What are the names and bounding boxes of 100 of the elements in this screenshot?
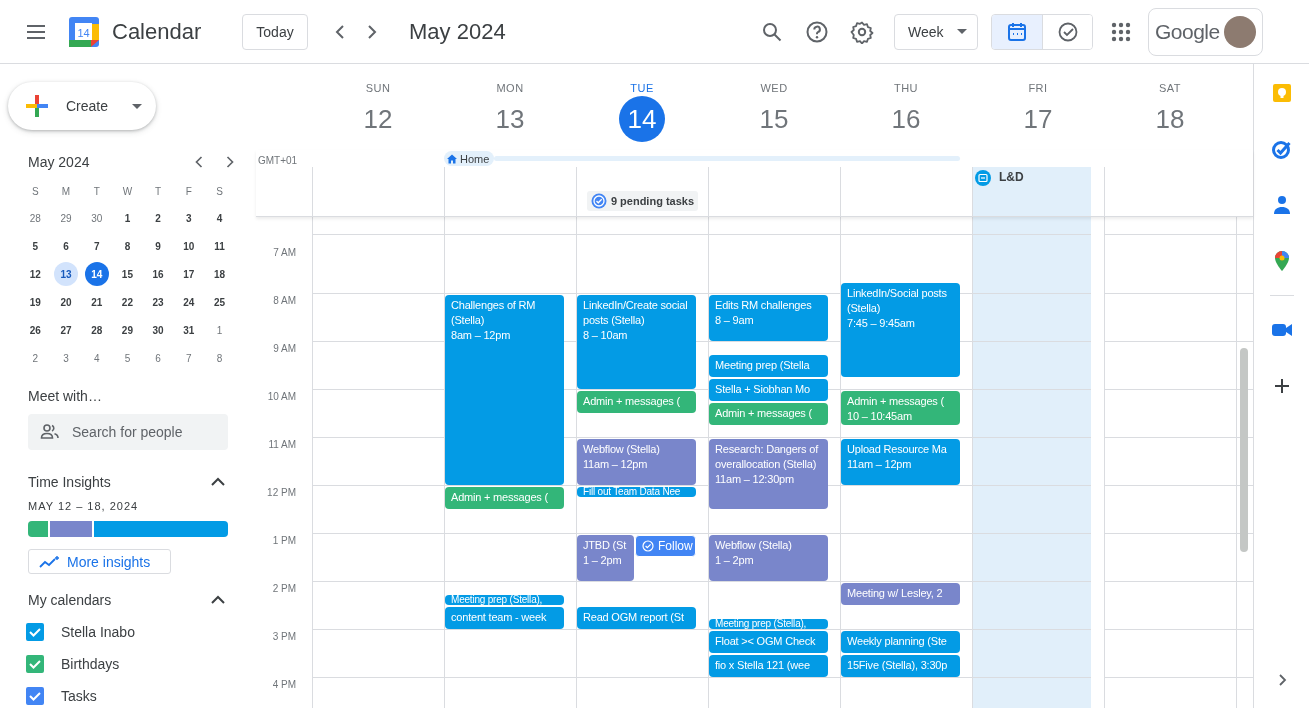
calendar-event[interactable]: Research: Dangers of overallocation (Stella) 11am – 12:30pm xyxy=(709,439,828,509)
mini-calendar-day[interactable]: 7 xyxy=(84,234,109,258)
day-number[interactable]: 18 xyxy=(1147,96,1193,142)
calendar-badge-icon xyxy=(975,170,991,186)
weekday-label: F xyxy=(184,185,193,199)
create-button[interactable]: Create xyxy=(8,82,156,130)
calendar-event[interactable]: Admin + messages ( xyxy=(577,391,696,413)
mini-calendar-day[interactable]: 17 xyxy=(176,262,201,286)
calendar-event[interactable]: Fill out Team Data Nee xyxy=(577,487,696,497)
mini-calendar-day[interactable]: 8 xyxy=(207,346,232,370)
calendar-event[interactable]: Admin + messages ( xyxy=(445,487,564,509)
checkbox[interactable] xyxy=(26,687,44,705)
calendar-event[interactable]: Upload Resource Ma 11am – 12pm xyxy=(841,439,960,485)
settings-icon[interactable] xyxy=(850,19,874,44)
mini-calendar-day[interactable]: 11 xyxy=(207,234,232,258)
mini-calendar-day[interactable]: 10 xyxy=(176,234,201,258)
mini-calendar-day[interactable]: 28 xyxy=(23,206,48,230)
mini-calendar-day[interactable]: 14 xyxy=(84,262,109,286)
mini-calendar-day[interactable]: 20 xyxy=(54,290,79,314)
mini-calendar-day[interactable]: 3 xyxy=(176,206,201,230)
calendar-view-toggle[interactable] xyxy=(992,14,1042,49)
account-button[interactable]: Google xyxy=(1148,7,1263,56)
mini-calendar-day[interactable]: 4 xyxy=(207,206,232,230)
mini-calendar-day[interactable]: 28 xyxy=(84,318,109,342)
task-chip[interactable]: Follow xyxy=(635,535,696,557)
mini-calendar-day[interactable]: 3 xyxy=(54,346,79,370)
mini-calendar-day[interactable]: 18 xyxy=(207,262,232,286)
avatar[interactable] xyxy=(1223,15,1256,48)
help-icon[interactable] xyxy=(805,19,829,44)
day-number[interactable]: 12 xyxy=(355,96,401,142)
mini-calendar-day[interactable]: 1 xyxy=(207,318,232,342)
section-title: My calendars xyxy=(28,592,112,608)
calendar-event[interactable]: Challenges of RM (Stella) 8am – 12pm xyxy=(445,295,564,485)
people-search-field[interactable]: Search for people xyxy=(28,414,228,450)
mini-calendar-day[interactable]: 30 xyxy=(84,206,109,230)
calendar-event[interactable]: Read OGM report (St xyxy=(577,607,696,629)
calendar-event[interactable]: Webflow (Stella) 11am – 12pm xyxy=(577,439,696,485)
day-number[interactable]: 15 xyxy=(751,96,797,142)
mini-calendar-day[interactable]: 8 xyxy=(115,234,140,258)
calendar-event[interactable]: Admin + messages ( 10 – 10:45am xyxy=(841,391,960,425)
mini-calendar-day[interactable]: 1 xyxy=(115,206,140,230)
mini-calendar-day[interactable]: 23 xyxy=(146,290,171,314)
day-number[interactable]: 14 xyxy=(619,96,665,142)
scrollbar-thumb[interactable] xyxy=(1240,348,1248,552)
calendar-event[interactable]: Meeting prep (Stella xyxy=(709,355,828,377)
mini-calendar-day[interactable]: 4 xyxy=(84,346,109,370)
day-number[interactable]: 16 xyxy=(883,96,929,142)
mini-calendar-day[interactable]: 15 xyxy=(115,262,140,286)
today-button[interactable]: Today xyxy=(242,13,308,50)
mini-calendar-day[interactable]: 5 xyxy=(115,346,140,370)
checkmark-icon xyxy=(28,689,42,703)
weekday-label: FRI xyxy=(1028,82,1048,94)
calendar-event[interactable]: JTBD (St 1 – 2pm xyxy=(577,535,634,581)
mini-calendar-day[interactable]: 24 xyxy=(176,290,201,314)
mini-calendar-day[interactable]: 26 xyxy=(23,318,48,342)
mini-calendar-day[interactable]: 7 xyxy=(176,346,201,370)
tasks-view-toggle[interactable] xyxy=(1042,14,1092,49)
mini-calendar-day[interactable]: 16 xyxy=(146,262,171,286)
pending-tasks-chip[interactable]: 9 pending tasks xyxy=(586,191,699,211)
mini-calendar-day[interactable]: 22 xyxy=(115,290,140,314)
calendar-event[interactable]: Stella + Siobhan Mo xyxy=(709,379,828,401)
view-dropdown[interactable]: Week xyxy=(894,13,978,50)
mini-calendar-day[interactable]: 25 xyxy=(207,290,232,314)
calendar-event[interactable]: 15Five (Stella), 3:30p xyxy=(841,655,960,677)
mini-calendar-day[interactable]: 6 xyxy=(54,234,79,258)
day-number[interactable]: 13 xyxy=(487,96,533,142)
mini-calendar-day[interactable]: 6 xyxy=(146,346,171,370)
mini-calendar-day[interactable]: 2 xyxy=(23,346,48,370)
mini-calendar-day[interactable]: 21 xyxy=(84,290,109,314)
calendar-event[interactable]: Meeting w/ Lesley, 2 xyxy=(841,583,960,605)
mini-calendar-day[interactable]: 29 xyxy=(115,318,140,342)
mini-calendar-day[interactable]: 29 xyxy=(54,206,79,230)
mini-calendar-day[interactable]: 9 xyxy=(146,234,171,258)
all-day-event[interactable]: L&D xyxy=(973,167,1091,216)
checkbox[interactable] xyxy=(26,655,44,673)
calendar-event[interactable]: Meeting prep (Stella), xyxy=(709,619,828,629)
apps-grid-icon[interactable] xyxy=(1110,20,1132,43)
calendar-event[interactable]: LinkedIn/Social posts (Stella) 7:45 – 9:45am xyxy=(841,283,960,377)
mini-calendar-day[interactable]: 5 xyxy=(23,234,48,258)
plus-icon xyxy=(24,93,50,119)
calendar-event[interactable]: content team - week xyxy=(445,607,564,629)
mini-calendar-day[interactable]: 2 xyxy=(146,206,171,230)
working-location-chip[interactable]: Home xyxy=(444,151,495,166)
mini-calendar-day[interactable]: 31 xyxy=(176,318,201,342)
calendar-event[interactable]: LinkedIn/Create social posts (Stella) 8 – 10am xyxy=(577,295,696,389)
mini-calendar-day[interactable]: 30 xyxy=(146,318,171,342)
calendar-event[interactable]: Edits RM challenges 8 – 9am xyxy=(709,295,828,341)
more-insights-button[interactable]: More insights xyxy=(28,549,171,574)
calendar-event[interactable]: Meeting prep (Stella), xyxy=(445,595,564,605)
checkbox[interactable] xyxy=(26,623,44,641)
day-number[interactable]: 17 xyxy=(1015,96,1061,142)
mini-calendar-day[interactable]: 12 xyxy=(23,262,48,286)
calendar-event[interactable]: Admin + messages ( xyxy=(709,403,828,425)
calendar-event[interactable]: fio x Stella 121 (wee xyxy=(709,655,828,677)
calendar-event[interactable]: Float >< OGM Check xyxy=(709,631,828,653)
mini-calendar-day[interactable]: 27 xyxy=(54,318,79,342)
mini-calendar-day[interactable]: 13 xyxy=(54,262,79,286)
calendar-event[interactable]: Webflow (Stella) 1 – 2pm xyxy=(709,535,828,581)
mini-calendar-day[interactable]: 19 xyxy=(23,290,48,314)
calendar-event[interactable]: Weekly planning (Ste xyxy=(841,631,960,653)
